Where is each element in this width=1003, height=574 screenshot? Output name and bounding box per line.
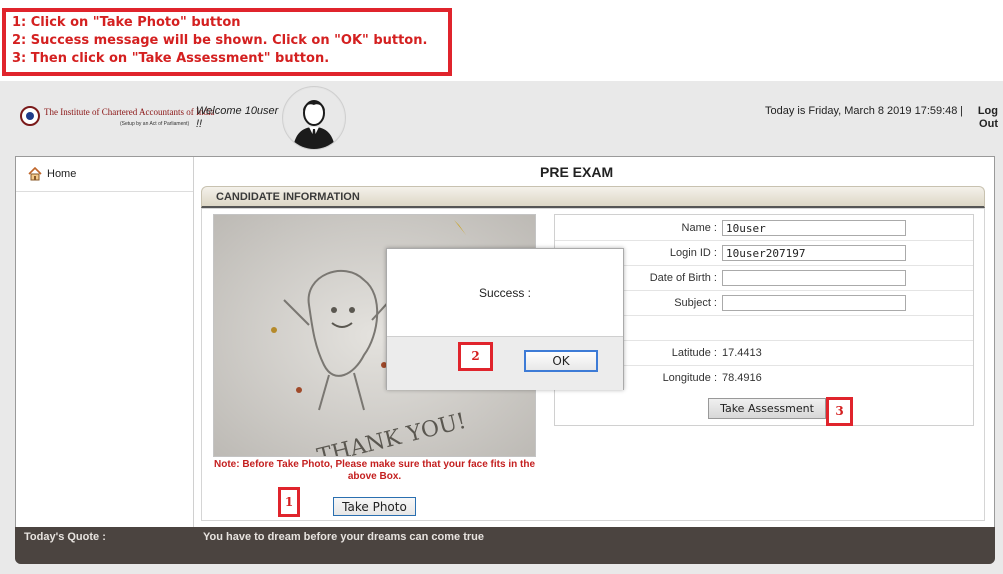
longitude-label: Longitude : [662,372,717,384]
seal-icon [20,106,40,126]
subject-label: Subject : [674,297,717,309]
welcome-line-1: Welcome 10user [196,105,279,117]
home-icon [28,166,42,181]
logout-line-2: Out [979,118,998,130]
header-separator: | [960,105,963,117]
login-id-field[interactable]: 10user207197 [722,245,906,261]
instruction-step-1: 1: Click on "Take Photo" button [12,15,241,30]
page-title: PRE EXAM [540,164,614,180]
step-marker-2: 2 [458,342,493,371]
photo-note: Note: Before Take Photo, Please make sur… [213,459,535,482]
section-title: CANDIDATE INFORMATION [216,191,360,203]
take-assessment-button[interactable]: Take Assessment [708,398,826,419]
logo-name: The Institute of Chartered Accountants o… [44,107,215,117]
icai-logo: The Institute of Chartered Accountants o… [20,104,214,134]
name-field[interactable]: 10user [722,220,906,236]
candidate-info-header: CANDIDATE INFORMATION [201,186,985,208]
latitude-label: Latitude : [671,347,717,359]
instruction-step-3: 3: Then click on "Take Assessment" butto… [12,51,330,66]
nav-item-home[interactable]: Home [16,157,193,192]
login-id-label: Login ID : [669,247,717,259]
instruction-step-2: 2: Success message will be shown. Click … [12,33,428,48]
welcome-line-2: !! [196,118,203,130]
logo-subtitle: (Setup by an Act of Parliament) [120,121,190,127]
current-date: Today is Friday, March 8 2019 17:59:48 [765,105,958,117]
info-row-name: Name : 10user [555,215,973,241]
left-navigation: Home [16,157,194,527]
user-avatar-icon [282,86,346,150]
logout-link[interactable]: Log Out [972,105,998,131]
quote-label: Today's Quote : [24,531,106,543]
step-marker-1: 1 [278,487,300,517]
instructions-box: 1: Click on "Take Photo" button 2: Succe… [2,8,452,76]
success-message: Success : [478,286,532,300]
quote-bar [15,527,995,564]
name-label: Name : [681,222,717,234]
dob-field[interactable] [722,270,906,286]
step-marker-3: 3 [826,397,853,426]
welcome-text: Welcome 10user !! [196,105,278,131]
nav-home-label: Home [47,168,77,180]
ok-button[interactable]: OK [524,350,598,372]
take-photo-button[interactable]: Take Photo [333,497,416,516]
logout-line-1: Log [977,105,998,117]
latitude-value: 17.4413 [722,347,762,359]
dob-label: Date of Birth : [649,272,717,284]
longitude-value: 78.4916 [722,372,762,384]
subject-field[interactable] [722,295,906,311]
quote-text: You have to dream before your dreams can… [203,531,484,543]
